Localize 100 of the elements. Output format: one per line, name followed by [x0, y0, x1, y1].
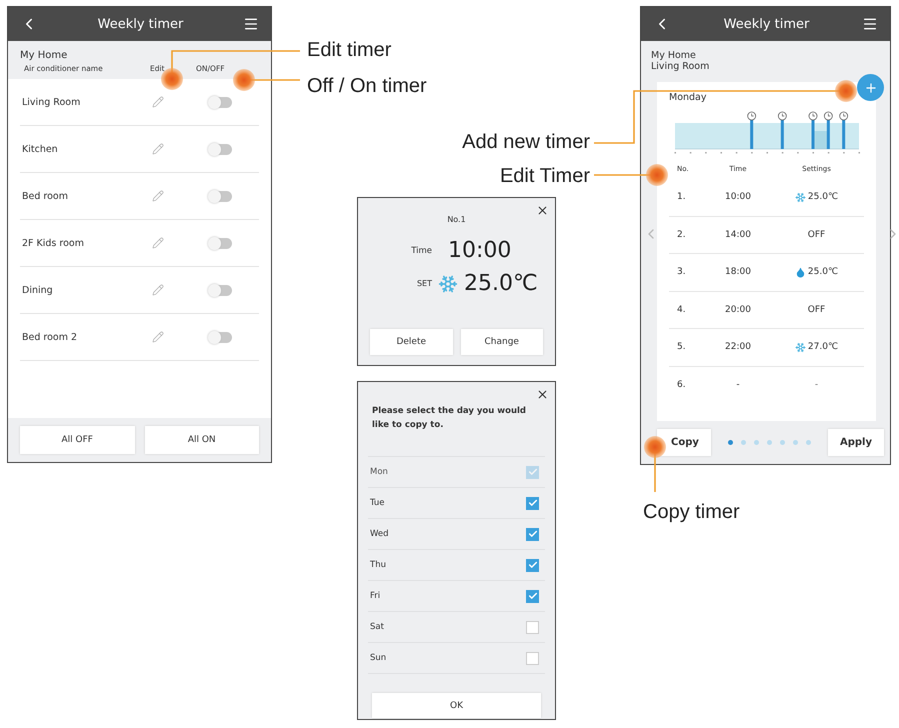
day-label: Mon: [370, 467, 388, 477]
close-icon: [536, 204, 549, 217]
close-button[interactable]: [536, 388, 549, 401]
timer-toggle[interactable]: [210, 190, 232, 202]
room-name: Bed room: [22, 190, 69, 202]
day-label: Sat: [370, 622, 384, 632]
screen-title: Weekly timer: [724, 16, 810, 32]
pencil-icon: [152, 331, 164, 343]
callout-label: Add new timer: [462, 131, 590, 154]
timer-time: 22:00: [724, 342, 752, 352]
copy-instruction: Please select the day you would like to copy to.: [371, 405, 528, 432]
page-dot[interactable]: [792, 440, 798, 445]
timer-setting: OFF: [808, 230, 826, 240]
callout-marker: [835, 80, 857, 102]
pencil-icon: [152, 143, 164, 155]
callout-label: Edit Timer: [500, 165, 590, 188]
ok-button[interactable]: OK: [372, 693, 541, 718]
page-dot[interactable]: [806, 440, 811, 445]
room-name: Living Room: [651, 61, 710, 72]
callout-marker: [233, 69, 255, 91]
menu-icon: [862, 16, 878, 32]
pencil-icon: [152, 96, 164, 108]
close-icon: [536, 388, 549, 401]
check-icon: [528, 591, 538, 601]
day-label: Fri: [370, 591, 380, 601]
time-value: 10:00: [448, 238, 512, 263]
page-dot[interactable]: [740, 440, 746, 445]
timer-toggle[interactable]: [210, 284, 232, 296]
day-label: Wed: [370, 529, 389, 539]
callout-label: Edit timer: [307, 39, 392, 62]
page-dot[interactable]: [780, 440, 785, 445]
close-button[interactable]: [536, 204, 549, 217]
apply-button[interactable]: Apply: [828, 429, 884, 456]
day-label: Sun: [370, 653, 386, 663]
snowflake-icon: [794, 192, 806, 203]
timer-toggle[interactable]: [210, 96, 232, 108]
menu-icon: [243, 16, 259, 32]
check-icon: [528, 560, 538, 570]
day-checkbox[interactable]: [526, 652, 539, 664]
timer-number: 1.: [677, 192, 687, 202]
day-label: Thu: [370, 560, 386, 570]
droplet-icon: [794, 266, 806, 278]
time-label: Time: [411, 246, 432, 256]
timer-number: 6.: [677, 380, 687, 390]
pencil-icon: [152, 190, 164, 202]
page-dot[interactable]: [766, 440, 772, 445]
room-name: Bed room 2: [22, 332, 78, 342]
timer-time: 20:00: [724, 304, 752, 315]
timer-toggle[interactable]: [210, 238, 232, 248]
timer-time: 14:00: [724, 230, 752, 240]
timer-setting: OFF: [808, 304, 826, 315]
timer-time: -: [735, 380, 741, 390]
callout-label: Off / On timer: [307, 75, 427, 98]
all-toggle-button[interactable]: All OFF: [20, 426, 134, 454]
day-checkbox[interactable]: [526, 528, 539, 540]
pencil-icon: [152, 237, 164, 249]
check-icon: [528, 498, 538, 508]
copy-button[interactable]: Copy: [657, 429, 711, 456]
timer-setting: 27.0℃: [808, 342, 838, 352]
temperature-value: 25.0℃: [464, 271, 538, 296]
timer-number: 5.: [677, 342, 687, 352]
room-name: Kitchen: [22, 144, 59, 154]
home-name: My Home: [651, 50, 697, 61]
timer-number: 3.: [677, 267, 687, 278]
day-checkbox[interactable]: [526, 590, 539, 602]
pencil-icon: [152, 284, 164, 296]
timer-number: 2.: [677, 230, 687, 240]
day-title: Monday: [669, 92, 708, 103]
snowflake-icon: [438, 274, 458, 294]
day-label: Tue: [370, 498, 385, 508]
callout-marker: [644, 436, 666, 458]
dialog-button[interactable]: Change: [460, 329, 543, 355]
timer-time: 18:00: [724, 267, 752, 278]
room-name: Dining: [22, 284, 54, 296]
snowflake-icon: [794, 342, 806, 353]
page-dot[interactable]: [754, 440, 759, 445]
room-name: Living Room: [22, 96, 82, 108]
timer-toggle[interactable]: [210, 332, 232, 342]
screen-title: Weekly timer: [98, 16, 184, 32]
room-name: 2F Kids room: [22, 238, 85, 248]
all-toggle-button[interactable]: All ON: [144, 426, 259, 454]
timer-number: 4.: [677, 304, 687, 315]
day-checkbox[interactable]: [526, 558, 539, 572]
menu-button[interactable]: [862, 16, 878, 32]
timer-setting: -: [814, 380, 818, 390]
dialog-button[interactable]: Delete: [370, 329, 452, 355]
page-dot[interactable]: [728, 440, 733, 445]
timer-setting: 25.0℃: [808, 192, 838, 202]
plus-icon: [864, 80, 878, 94]
day-checkbox[interactable]: [526, 496, 539, 510]
callout-marker: [646, 164, 668, 186]
timer-toggle[interactable]: [210, 144, 232, 154]
check-icon: [528, 467, 538, 477]
callout-label: Copy timer: [643, 501, 740, 524]
day-checkbox[interactable]: [526, 620, 539, 634]
timer-setting: 25.0℃: [808, 267, 838, 278]
check-icon: [528, 529, 538, 539]
home-name: My Home: [20, 50, 68, 61]
set-label: SET: [416, 279, 432, 288]
menu-button[interactable]: [243, 16, 259, 32]
